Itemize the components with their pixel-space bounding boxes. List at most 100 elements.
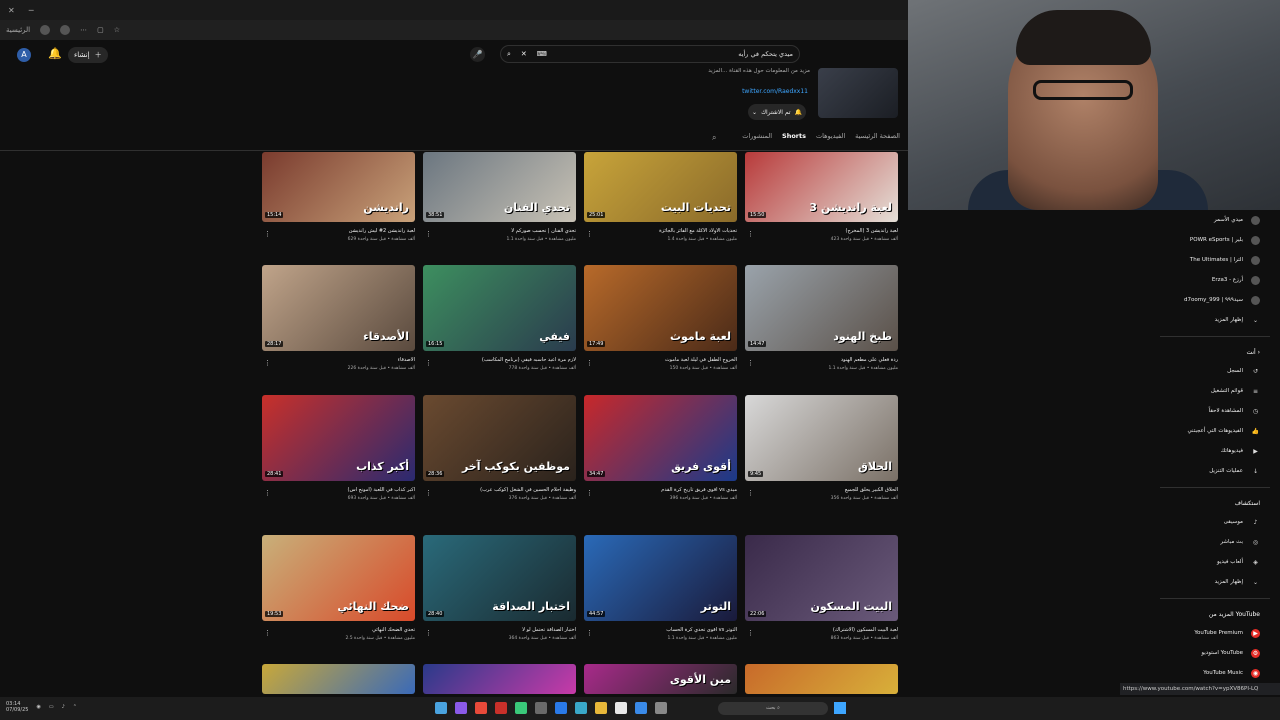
video-thumbnail[interactable]: تحديات البيت 25:01 xyxy=(584,152,737,222)
sidebar-item[interactable]: ↺ السجل xyxy=(1160,361,1270,381)
video-title[interactable]: اختبار الصداقة تحتمل لو لا xyxy=(423,627,576,633)
video-title[interactable]: لعبة البيت المسكون (الاشتراك) xyxy=(745,627,898,633)
video-thumbnail[interactable]: البيت المسكون 22:06 xyxy=(745,535,898,621)
app-icon[interactable] xyxy=(435,702,447,714)
video-card[interactable] xyxy=(423,664,576,694)
video-card[interactable]: الأصدقاء 28:17 الأصدقاء 226 ألف مشاهدة • قب… xyxy=(262,265,415,371)
notifications-bell-icon[interactable]: 🔔 xyxy=(48,47,62,60)
app-icon[interactable] xyxy=(575,702,587,714)
more-options-icon[interactable]: ⋮ xyxy=(586,359,593,367)
sidebar-item[interactable]: Erza3 - أرزع xyxy=(1160,270,1270,290)
search-icon[interactable]: ⌕ xyxy=(507,50,511,59)
video-thumbnail[interactable]: لعبة رانديشن 3 15:50 xyxy=(745,152,898,222)
video-title[interactable]: تحدي الفنان | نحسب صوركم لا xyxy=(423,228,576,234)
sidebar-item[interactable]: ⌄ إظهار المزيد xyxy=(1160,310,1270,330)
video-thumbnail[interactable]: أقوى فريق 34:47 xyxy=(584,395,737,481)
extension-icon[interactable] xyxy=(60,25,71,35)
close-icon[interactable]: ✕ xyxy=(8,6,15,15)
minimize-icon[interactable]: ─ xyxy=(29,6,34,15)
more-options-icon[interactable]: ⋮ xyxy=(425,629,432,637)
extension-icon[interactable] xyxy=(40,25,51,35)
sidebar-item[interactable]: ▶ فيديوهاتك xyxy=(1160,441,1270,461)
video-title[interactable]: الخروج الطفل في ليلة لعبة ماموث xyxy=(584,357,737,363)
video-title[interactable]: تحدي الضحك النهائي xyxy=(262,627,415,633)
video-card[interactable]: تحدي الفنان 38:51 تحدي الفنان | نحسب صوركم… xyxy=(423,152,576,242)
video-card[interactable]: التوتر 44:57 أقوى تحدي كرة الحساب vs التوت… xyxy=(584,535,737,641)
tab-1[interactable]: الفيديوهات xyxy=(816,132,845,140)
video-thumbnail[interactable]: رانديشن 15:14 xyxy=(262,152,415,222)
video-card[interactable]: اختبار الصداقة 28:40 اختبار الصداقة تحتمل … xyxy=(423,535,576,641)
video-title[interactable]: أقوى تحدي كرة الحساب vs التوتر xyxy=(584,627,737,633)
channel-description[interactable]: مزيد من المعلومات حول هذه القناة ...المز… xyxy=(700,68,810,74)
more-options-icon[interactable]: ⋮ xyxy=(264,359,271,367)
video-card[interactable]: فيفي 16:15 لازم مرة أعيد حاسبه فيفي (برنام… xyxy=(423,265,576,371)
more-options-icon[interactable]: ⋮ xyxy=(747,629,754,637)
volume-icon[interactable]: ♪ xyxy=(62,704,65,710)
create-button[interactable]: إنشاء ＋ xyxy=(68,47,108,63)
video-title[interactable]: لعبة رانديشن 2# ليش رانديشن xyxy=(262,228,415,234)
app-icon[interactable] xyxy=(495,702,507,714)
video-thumbnail[interactable]: مين الأقوى xyxy=(584,664,737,694)
video-card[interactable]: طبخ الهنود 14:47 ردة فعلي على مطعم الهنود 1… xyxy=(745,265,898,371)
video-card[interactable]: أكبر كذاب 28:41 أكبر كذاب في اللعبة (أمونج… xyxy=(262,395,415,501)
video-thumbnail[interactable]: موظفين بكوكب آخر 28:36 xyxy=(423,395,576,481)
video-title[interactable]: وظيفة أحلام الحسين في الشغل (كوكب عرب) xyxy=(423,487,576,493)
video-thumbnail[interactable]: تحدي الفنان 38:51 xyxy=(423,152,576,222)
video-card[interactable]: البيت المسكون 22:06 لعبة البيت المسكون (ال… xyxy=(745,535,898,641)
more-options-icon[interactable]: ⋮ xyxy=(425,359,432,367)
video-card[interactable]: الحلاق 9:45 الحلاق الكبير يحلق للجميع 356 أ… xyxy=(745,395,898,501)
video-thumbnail[interactable] xyxy=(423,664,576,694)
more-options-icon[interactable]: ⋮ xyxy=(425,489,432,497)
more-options-icon[interactable]: ⋮ xyxy=(586,629,593,637)
sidebar-item[interactable]: d7oomy_999 | سيد٩٩٩ xyxy=(1160,290,1270,310)
app-icon[interactable] xyxy=(615,702,627,714)
voice-search-icon[interactable]: 🎤 xyxy=(470,47,485,62)
video-card[interactable] xyxy=(262,664,415,694)
sidebar-item[interactable]: The Ultimates | الترا xyxy=(1160,250,1270,270)
channel-search-icon[interactable]: ⌕ xyxy=(712,133,716,143)
video-title[interactable]: لازم مرة أعيد حاسبه فيفي (برنامج المكاسب… xyxy=(423,357,576,363)
sidebar-item[interactable]: ⌄ إظهار المزيد xyxy=(1160,572,1270,592)
more-options-icon[interactable]: ⋮ xyxy=(586,230,593,238)
app-icon[interactable] xyxy=(515,702,527,714)
app-icon[interactable] xyxy=(535,702,547,714)
app-icon[interactable] xyxy=(655,702,667,714)
clear-search-icon[interactable]: ✕ xyxy=(521,50,527,58)
taskbar-search[interactable]: بحث ⌕ xyxy=(718,702,828,715)
video-thumbnail[interactable] xyxy=(262,664,415,694)
more-options-icon[interactable]: ⋮ xyxy=(586,489,593,497)
keyboard-icon[interactable]: ⌨ xyxy=(537,50,547,58)
bookmark-home[interactable]: الرئيسية xyxy=(6,26,30,34)
more-options-icon[interactable]: ⋮ xyxy=(264,629,271,637)
video-thumbnail[interactable]: أكبر كذاب 28:41 xyxy=(262,395,415,481)
video-thumbnail[interactable]: اختبار الصداقة 28:40 xyxy=(423,535,576,621)
sidebar-item[interactable]: POWR eSports | بلير xyxy=(1160,230,1270,250)
account-avatar[interactable]: A xyxy=(17,48,31,62)
video-title[interactable]: أقوى فريق تاريخ كرة القدم vs ميدي xyxy=(584,487,737,493)
tab-2[interactable]: Shorts xyxy=(782,132,806,140)
more-options-icon[interactable]: ⋮ xyxy=(747,230,754,238)
video-thumbnail[interactable]: الأصدقاء 28:17 xyxy=(262,265,415,351)
wifi-icon[interactable]: ◉ xyxy=(36,704,40,710)
sidebar-item[interactable]: ≡ قوائم التشغيل xyxy=(1160,381,1270,401)
video-title[interactable]: أكبر كذاب في اللعبة (أمونج أس) xyxy=(262,487,415,493)
search-input[interactable]: ⌕ ✕ ⌨ ميدي يتحكم في رأيه xyxy=(500,45,800,63)
video-card[interactable]: موظفين بكوكب آخر 28:36 وظيفة أحلام الحسين … xyxy=(423,395,576,501)
battery-icon[interactable]: ▭ xyxy=(49,704,54,710)
video-title[interactable]: تحديات الأولاد الأكلة مع الفائز بالجائزة xyxy=(584,228,737,234)
chevron-up-icon[interactable]: ⌃ xyxy=(73,704,77,710)
tab-icon[interactable]: ▢ xyxy=(97,26,104,34)
app-icon[interactable] xyxy=(475,702,487,714)
sidebar-item[interactable]: ميدي الأسمر xyxy=(1160,210,1270,230)
sidebar-item[interactable]: ◈ ألعاب فيديو xyxy=(1160,552,1270,572)
more-options-icon[interactable]: ⋮ xyxy=(747,489,754,497)
video-thumbnail[interactable]: التوتر 44:57 xyxy=(584,535,737,621)
video-card[interactable]: مين الأقوى xyxy=(584,664,737,694)
video-thumbnail[interactable]: لعبة ماموث 17:49 xyxy=(584,265,737,351)
video-title[interactable]: ردة فعلي على مطعم الهنود xyxy=(745,357,898,363)
video-card[interactable]: لعبة رانديشن 3 15:50 لعبة رانديشن 3 (المخر… xyxy=(745,152,898,242)
sidebar-item[interactable]: ▶ YouTube Premium xyxy=(1160,623,1270,643)
video-thumbnail[interactable]: فيفي 16:15 xyxy=(423,265,576,351)
more-icon[interactable]: ⋯ xyxy=(80,26,87,34)
video-title[interactable]: الحلاق الكبير يحلق للجميع xyxy=(745,487,898,493)
